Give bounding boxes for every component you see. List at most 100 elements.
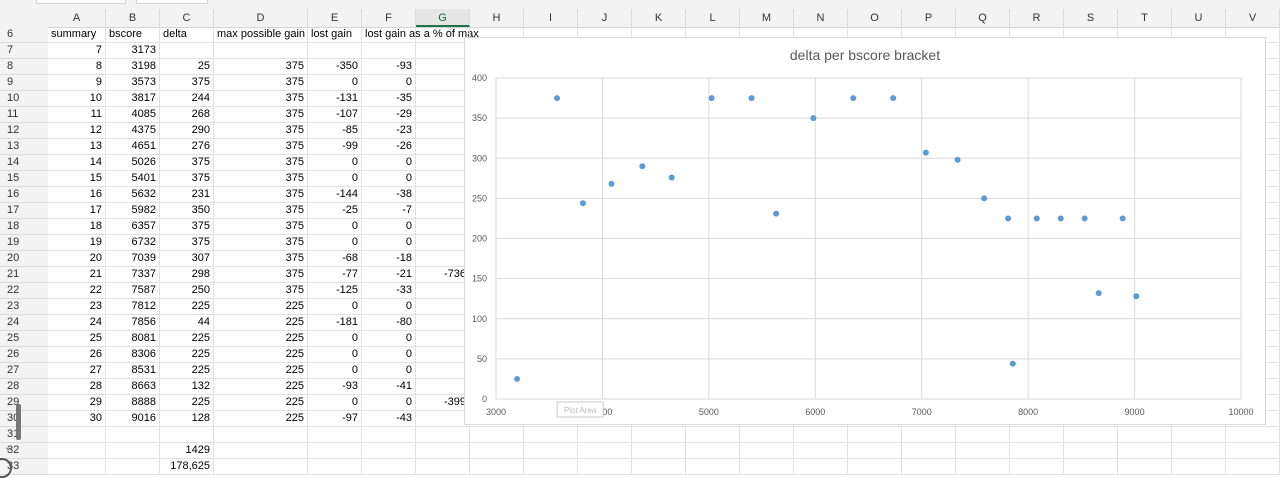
column-header-l[interactable]: L xyxy=(686,9,740,27)
cell-b29[interactable]: 8888 xyxy=(106,395,160,411)
cell-u33[interactable] xyxy=(1172,459,1226,475)
row-header[interactable]: 20 xyxy=(0,251,48,267)
cell-o33[interactable] xyxy=(848,459,902,475)
column-header-j[interactable]: J xyxy=(578,9,632,27)
cell-d28[interactable]: 225 xyxy=(214,379,308,395)
cell-g10[interactable] xyxy=(416,91,470,107)
column-header-v[interactable]: V xyxy=(1226,9,1280,27)
cell-c32[interactable]: 1429 xyxy=(160,443,214,459)
cell-f23[interactable]: 0 xyxy=(362,299,416,315)
data-point[interactable] xyxy=(773,210,780,217)
cell-t33[interactable] xyxy=(1118,459,1172,475)
row-header[interactable]: 28 xyxy=(0,379,48,395)
cell-c15[interactable]: 375 xyxy=(160,171,214,187)
cell-d21[interactable]: 375 xyxy=(214,267,308,283)
cell-g22[interactable] xyxy=(416,283,470,299)
row-header[interactable]: 14 xyxy=(0,155,48,171)
cell-a18[interactable]: 18 xyxy=(48,219,106,235)
cell-f28[interactable]: -41 xyxy=(362,379,416,395)
cell-a24[interactable]: 24 xyxy=(48,315,106,331)
row-header[interactable]: 24 xyxy=(0,315,48,331)
cell-s33[interactable] xyxy=(1064,459,1118,475)
cell-e19[interactable]: 0 xyxy=(308,235,362,251)
cell-f16[interactable]: -38 xyxy=(362,187,416,203)
cell-a25[interactable]: 25 xyxy=(48,331,106,347)
vertical-scrollbar[interactable] xyxy=(16,404,21,440)
cell-c29[interactable]: 225 xyxy=(160,395,214,411)
data-point[interactable] xyxy=(1133,293,1140,300)
cell-f30[interactable]: -43 xyxy=(362,411,416,427)
cell-q32[interactable] xyxy=(956,443,1010,459)
cell-f19[interactable]: 0 xyxy=(362,235,416,251)
scatter-chart[interactable]: delta per bscore bracket 0 50 100 150 200 250 3… xyxy=(464,37,1266,425)
data-point[interactable] xyxy=(579,200,586,207)
cell-n33[interactable] xyxy=(794,459,848,475)
cell-b24[interactable]: 7856 xyxy=(106,315,160,331)
cell-f20[interactable]: -18 xyxy=(362,251,416,267)
cell-b6[interactable]: bscore xyxy=(106,27,160,43)
column-header-o[interactable]: O xyxy=(848,9,902,27)
chevron-down-icon[interactable]: ⌄ xyxy=(4,442,12,453)
cell-c23[interactable]: 225 xyxy=(160,299,214,315)
cell-g6[interactable] xyxy=(416,27,470,43)
cell-c20[interactable]: 307 xyxy=(160,251,214,267)
cell-c30[interactable]: 128 xyxy=(160,411,214,427)
cell-e7[interactable] xyxy=(308,43,362,59)
cell-c31[interactable] xyxy=(160,427,214,443)
column-header-h[interactable]: H xyxy=(470,9,524,27)
cell-g30[interactable] xyxy=(416,411,470,427)
cell-f7[interactable] xyxy=(362,43,416,59)
cell-r33[interactable] xyxy=(1010,459,1064,475)
column-header-a[interactable]: A xyxy=(48,9,106,27)
cell-q31[interactable] xyxy=(956,427,1010,443)
data-point[interactable] xyxy=(1005,215,1012,222)
row-header[interactable]: 21 xyxy=(0,267,48,283)
row-header[interactable]: 19 xyxy=(0,235,48,251)
cell-d19[interactable]: 375 xyxy=(214,235,308,251)
cell-v33[interactable] xyxy=(1226,459,1280,475)
data-point[interactable] xyxy=(668,174,675,181)
column-header-s[interactable]: S xyxy=(1064,9,1118,27)
cell-d29[interactable]: 225 xyxy=(214,395,308,411)
cell-s32[interactable] xyxy=(1064,443,1118,459)
column-header-m[interactable]: M xyxy=(740,9,794,27)
cell-a12[interactable]: 12 xyxy=(48,123,106,139)
cell-e15[interactable]: 0 xyxy=(308,171,362,187)
data-point[interactable] xyxy=(748,95,755,102)
cell-b21[interactable]: 7337 xyxy=(106,267,160,283)
cell-l33[interactable] xyxy=(686,459,740,475)
cell-b9[interactable]: 3573 xyxy=(106,75,160,91)
cell-g29[interactable]: -399 xyxy=(416,395,470,411)
row-header[interactable]: 8 xyxy=(0,59,48,75)
cell-b16[interactable]: 5632 xyxy=(106,187,160,203)
data-point[interactable] xyxy=(514,375,521,382)
cell-n32[interactable] xyxy=(794,443,848,459)
cell-e14[interactable]: 0 xyxy=(308,155,362,171)
cell-d22[interactable]: 375 xyxy=(214,283,308,299)
cell-d6[interactable]: max possible gain xyxy=(214,27,308,43)
cell-a14[interactable]: 14 xyxy=(48,155,106,171)
cell-e27[interactable]: 0 xyxy=(308,363,362,379)
cell-f22[interactable]: -33 xyxy=(362,283,416,299)
cell-j31[interactable] xyxy=(578,427,632,443)
cell-d14[interactable]: 375 xyxy=(214,155,308,171)
cell-b7[interactable]: 3173 xyxy=(106,43,160,59)
cell-b28[interactable]: 8663 xyxy=(106,379,160,395)
cell-e22[interactable]: -125 xyxy=(308,283,362,299)
column-header-r[interactable]: R xyxy=(1010,9,1064,27)
cell-b8[interactable]: 3198 xyxy=(106,59,160,75)
cell-b22[interactable]: 7587 xyxy=(106,283,160,299)
row-header[interactable]: 17 xyxy=(0,203,48,219)
cell-f13[interactable]: -26 xyxy=(362,139,416,155)
cell-e25[interactable]: 0 xyxy=(308,331,362,347)
cell-c13[interactable]: 276 xyxy=(160,139,214,155)
cell-i33[interactable] xyxy=(524,459,578,475)
cell-f24[interactable]: -80 xyxy=(362,315,416,331)
cell-f25[interactable]: 0 xyxy=(362,331,416,347)
data-point[interactable] xyxy=(1033,215,1040,222)
row-header[interactable]: 29 xyxy=(0,395,48,411)
cell-c9[interactable]: 375 xyxy=(160,75,214,91)
cell-n31[interactable] xyxy=(794,427,848,443)
cell-u32[interactable] xyxy=(1172,443,1226,459)
cell-g26[interactable] xyxy=(416,347,470,363)
